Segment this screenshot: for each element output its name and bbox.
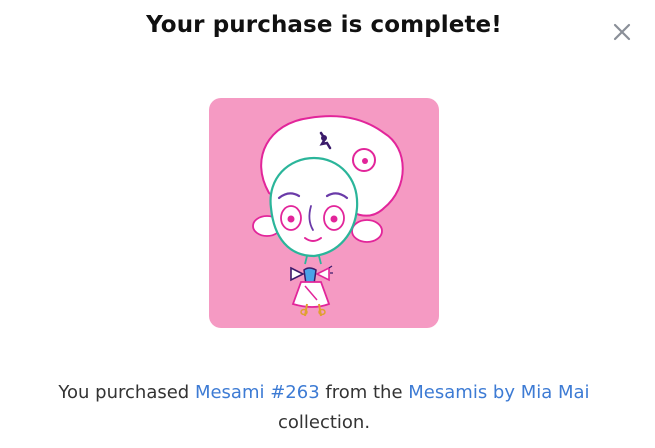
purchase-complete-modal: Your purchase is complete! You purchased… [0,0,655,448]
nft-artwork-drawing [209,98,439,328]
message-middle: from the [319,382,409,403]
nft-artwork [209,98,439,328]
message-line2: collection. [277,412,371,433]
item-link[interactable]: Mesami #263 [195,382,320,403]
collection-link[interactable]: Mesamis by Mia Mai [408,382,589,403]
message-prefix: You purchased [58,382,195,403]
modal-title: Your purchase is complete! [146,12,502,38]
purchase-message: You purchased Mesami #263 from the Mesam… [0,378,648,438]
close-button[interactable] [610,20,634,44]
close-icon[interactable] [610,20,634,44]
